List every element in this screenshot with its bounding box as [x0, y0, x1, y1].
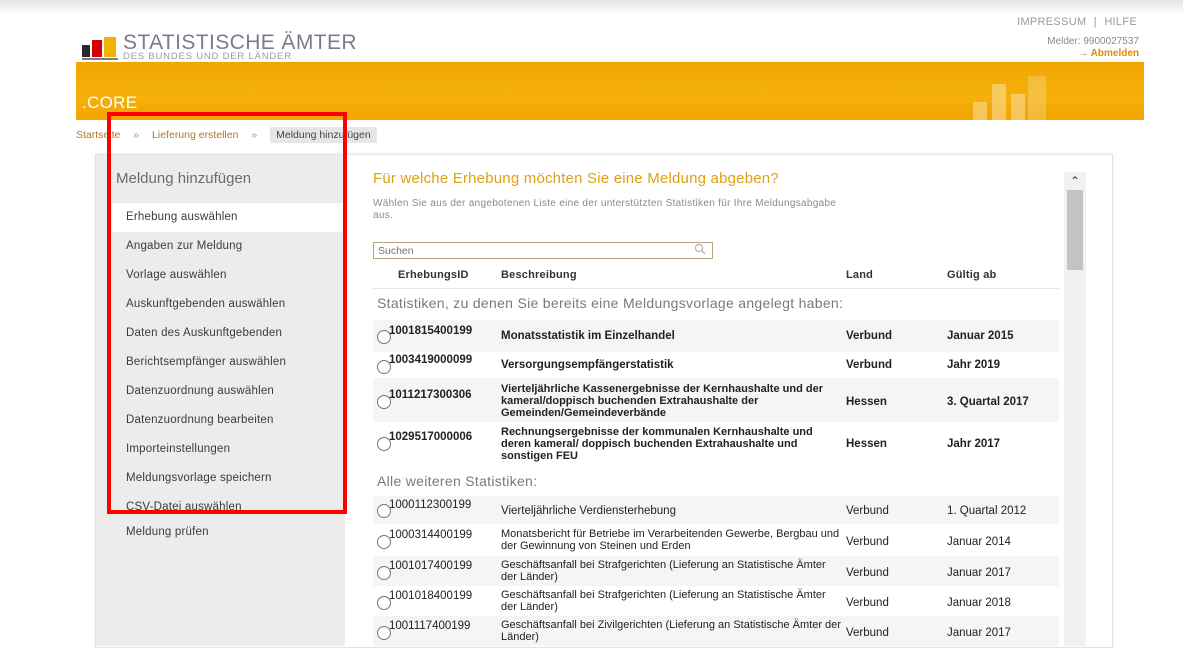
land: Verbund [846, 627, 889, 639]
page-title: Für welche Erhebung möchten Sie eine Mel… [373, 170, 779, 187]
table-row[interactable]: 1001117400199 Geschäftsanfall bei Zivilg… [373, 616, 1059, 646]
erhebungs-id: 1000112300199 [389, 499, 472, 511]
gueltig-ab: Jahr 2019 [947, 359, 1001, 371]
scrollbar-thumb[interactable] [1067, 190, 1083, 270]
table-row[interactable]: 1003419000099 Versorgungsempfängerstatis… [373, 352, 1059, 378]
table-row[interactable]: 1029517000006 Rechnungsergebnisse der ko… [373, 422, 1059, 466]
erhebungs-id: 1001017400199 [389, 560, 473, 572]
scroll-up-chevron-icon[interactable]: ⌃ [1065, 172, 1085, 190]
column-header-erhebungsid[interactable]: ErhebungsID [398, 269, 469, 281]
gueltig-ab: Januar 2015 [947, 330, 1014, 342]
search-input[interactable] [373, 242, 713, 259]
top-links: IMPRESSUM | HILFE [1015, 16, 1139, 28]
table-row[interactable]: 1000314400199 Monatsbericht für Betriebe… [373, 524, 1059, 556]
erhebungs-id: 1029517000006 [389, 431, 473, 443]
logo[interactable]: STATISTISCHE ÄMTER DES BUNDES UND DER LÄ… [82, 29, 382, 62]
land: Verbund [846, 505, 889, 517]
impressum-link[interactable]: IMPRESSUM [1017, 16, 1086, 28]
gueltig-ab: Januar 2017 [947, 567, 1011, 579]
gueltig-ab: Jahr 2017 [947, 438, 1001, 450]
land: Hessen [846, 438, 887, 450]
beschreibung: Geschäftsanfall bei Strafgerichten (Lief… [501, 589, 826, 613]
sidebar-item-daten-des-auskunftgebenden[interactable]: Daten des Auskunftgebenden [112, 319, 345, 348]
column-header-gueltig-ab[interactable]: Gültig ab [947, 269, 996, 281]
section-existing-heading: Statistiken, zu denen Sie bereits eine M… [377, 295, 844, 311]
gueltig-ab: Januar 2018 [947, 597, 1011, 609]
sidebar-item-erhebung-auswaehlen[interactable]: Erhebung auswählen [112, 203, 345, 232]
table-row[interactable]: 1011217300306 Vierteljährliche Kassenerg… [373, 378, 1059, 422]
beschreibung: Vierteljährliche Verdiensterhebung [501, 505, 676, 517]
sidebar-title: Meldung hinzufügen [116, 170, 252, 187]
land: Verbund [846, 536, 889, 548]
erhebungs-id: 1011217300306 [389, 389, 472, 401]
erhebungs-id: 1001117400199 [389, 620, 471, 632]
sidebar-item-vorlage-auswaehlen[interactable]: Vorlage auswählen [112, 261, 345, 290]
sidebar-item-datenzuordnung-bearbeiten[interactable]: Datenzuordnung bearbeiten [112, 406, 345, 435]
table-row[interactable]: 1001017400199 Geschäftsanfall bei Strafg… [373, 556, 1059, 586]
table-row[interactable]: 1001815400199 Monatsstatistik im Einzelh… [373, 320, 1059, 352]
sidebar-item-berichtsempfaenger-auswaehlen[interactable]: Berichtsempfänger auswählen [112, 348, 345, 377]
land: Verbund [846, 567, 889, 579]
sidebar-item-auskunftgebenden-auswaehlen[interactable]: Auskunftgebenden auswählen [112, 290, 345, 319]
app-banner: .CORE [76, 62, 1144, 120]
breadcrumb-startseite[interactable]: Startseite [76, 129, 120, 141]
app-name: .CORE [82, 93, 138, 112]
page-top-shadow [0, 0, 1183, 14]
sidebar-item-importeinstellungen[interactable]: Importeinstellungen [112, 435, 345, 464]
sidebar-item-datenzuordnung-auswaehlen[interactable]: Datenzuordnung auswählen [112, 377, 345, 406]
beschreibung: Geschäftsanfall bei Zivilgerichten (Lief… [501, 619, 841, 643]
beschreibung: Geschäftsanfall bei Strafgerichten (Lief… [501, 559, 826, 583]
logout-link[interactable]: → Abmelden [1047, 48, 1139, 60]
breadcrumb-separator: » [133, 129, 140, 141]
breadcrumb-lieferung[interactable]: Lieferung erstellen [152, 129, 238, 141]
table-row[interactable]: 1000112300199 Vierteljährliche Verdienst… [373, 496, 1059, 524]
sidebar-item-meldungsvorlage-speichern[interactable]: Meldungsvorlage speichern [112, 464, 345, 493]
land: Verbund [846, 359, 893, 371]
header-divider [373, 288, 1059, 289]
link-separator: | [1093, 16, 1097, 28]
erhebungs-id: 1001018400199 [389, 590, 473, 602]
gueltig-ab: 1. Quartal 2012 [947, 505, 1027, 517]
column-header-land[interactable]: Land [846, 269, 873, 281]
search-icon[interactable] [694, 243, 706, 255]
beschreibung: Monatsstatistik im Einzelhandel [501, 330, 675, 342]
melder-info: Melder: 9900027537 → Abmelden [1047, 36, 1139, 60]
section-other-heading: Alle weiteren Statistiken: [377, 473, 538, 489]
logo-underline [82, 58, 118, 60]
logo-subtitle: DES BUNDES UND DER LÄNDER [123, 51, 292, 62]
gueltig-ab: 3. Quartal 2017 [947, 396, 1029, 408]
table-row[interactable]: 1001018400199 Geschäftsanfall bei Strafg… [373, 586, 1059, 616]
column-header-beschreibung[interactable]: Beschreibung [501, 269, 577, 281]
beschreibung: Vierteljährliche Kassenergebnisse der Ke… [501, 383, 823, 419]
page-description: Wählen Sie aus der angebotenen Liste ein… [373, 198, 837, 221]
erhebungs-id: 1000314400199 [389, 529, 473, 541]
sidebar: Meldung hinzufügen Erhebung auswählen An… [96, 155, 345, 646]
flag-bars-icon [82, 37, 118, 57]
breadcrumb-separator: » [251, 129, 258, 141]
erhebungs-id: 1001815400199 [389, 325, 473, 337]
melder-label: Melder: 9900027537 [1047, 36, 1139, 47]
beschreibung: Rechnungsergebnisse der kommunalen Kernh… [501, 426, 813, 462]
gueltig-ab: Januar 2014 [947, 536, 1011, 548]
beschreibung: Versorgungsempfängerstatistik [501, 359, 674, 371]
land: Hessen [846, 396, 887, 408]
gueltig-ab: Januar 2017 [947, 627, 1011, 639]
breadcrumb-current: Meldung hinzufügen [270, 127, 377, 143]
sidebar-item-angaben-zur-meldung[interactable]: Angaben zur Meldung [112, 232, 345, 261]
land: Verbund [846, 330, 893, 342]
sidebar-item-meldung-pruefen[interactable]: Meldung prüfen [112, 518, 345, 547]
beschreibung: Monatsbericht für Betriebe im Verarbeite… [501, 528, 840, 552]
hilfe-link[interactable]: HILFE [1104, 16, 1137, 28]
erhebungs-id: 1003419000099 [389, 354, 473, 366]
land: Verbund [846, 597, 889, 609]
breadcrumb: Startseite » Lieferung erstellen » Meldu… [76, 127, 377, 143]
